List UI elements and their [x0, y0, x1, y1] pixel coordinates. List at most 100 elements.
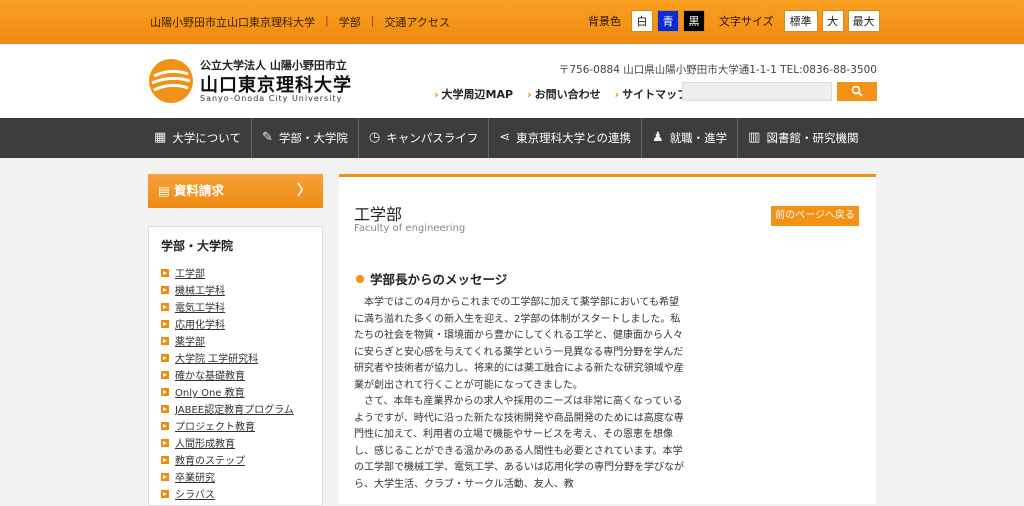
- bg-color-control: 背景色 白 青 黒: [588, 10, 705, 32]
- sidebar-item-label: 人間形成教育: [175, 439, 235, 450]
- chevron-right-icon: 〉: [297, 183, 311, 199]
- arrow-bullet-icon: [161, 489, 169, 498]
- nav-item-about[interactable]: ▦ 大学について: [148, 118, 252, 158]
- top-link-faculty[interactable]: 学部: [339, 14, 361, 30]
- sidebar-item[interactable]: 確かな基礎教育: [161, 366, 310, 383]
- bg-black-button[interactable]: 黒: [683, 10, 705, 32]
- faculty-menu-title: 学部・大学院: [161, 239, 234, 253]
- nav-label: 大学について: [172, 131, 241, 145]
- top-link-university[interactable]: 山陽小野田市立山口東京理科大学: [150, 14, 315, 30]
- search-button[interactable]: [837, 82, 877, 101]
- bg-white-button[interactable]: 白: [631, 10, 653, 32]
- circle-bullet-icon: [356, 274, 364, 283]
- arrow-bullet-icon: [161, 370, 169, 379]
- nav-item-career[interactable]: ♟ 就職・進学: [642, 118, 739, 158]
- sidebar-item[interactable]: シラバス: [161, 485, 310, 502]
- page-title: 工学部: [354, 205, 403, 224]
- header-link-contact[interactable]: › お問い合わせ: [527, 86, 601, 102]
- sidebar-item[interactable]: 教育のステップ: [161, 451, 310, 468]
- arrow-bullet-icon: [161, 387, 169, 396]
- sidebar-item[interactable]: 大学院 工学研究科: [161, 349, 310, 366]
- message-paragraph: さて、本年も産業界からの求人や採用のニーズは非常に高くなっているようですが、時代…: [354, 396, 684, 490]
- sidebar-item-label: 教育のステップ: [175, 456, 245, 467]
- document-icon: ▤: [158, 183, 170, 198]
- building-icon: ▦: [154, 130, 167, 145]
- header-link-map[interactable]: › 大学周辺MAP: [434, 86, 513, 102]
- header-link-sitemap[interactable]: › サイトマップ: [615, 86, 689, 102]
- header-link-label: サイトマップ: [622, 88, 689, 101]
- arrow-bullet-icon: [161, 472, 169, 481]
- sidebar-item[interactable]: 工学部: [161, 264, 310, 281]
- address-text: 〒756-0884 山口県山陽小野田市大学通1-1-1 TEL:0836-88-…: [558, 64, 877, 76]
- sidebar-item[interactable]: 薬学部: [161, 332, 310, 349]
- sidebar-item-label: 機械工学科: [175, 286, 225, 297]
- nav-item-tus-partnership[interactable]: ⋖ 東京理科大学との連携: [489, 118, 642, 158]
- nav-item-campus-life[interactable]: ◷ キャンパスライフ: [359, 118, 490, 158]
- search-input[interactable]: [682, 82, 832, 101]
- sidebar-item[interactable]: Only One 教育: [161, 383, 310, 400]
- nav-item-faculties[interactable]: ✎ 学部・大学院: [252, 118, 359, 158]
- sidebar-item-label: Only One 教育: [175, 388, 245, 399]
- arrow-bullet-icon: [161, 404, 169, 413]
- nav-label: 東京理科大学との連携: [516, 131, 631, 145]
- page-subtitle: Faculty of engineering: [354, 223, 466, 234]
- nav-item-library[interactable]: ▥ 図書館・研究機関: [738, 118, 868, 158]
- top-bar: 山陽小野田市立山口東京理科大学 | 学部 | 交通アクセス 背景色 白 青 黒 …: [0, 0, 1024, 44]
- pen-icon: ✎: [261, 130, 273, 145]
- sidebar-item-label: 薬学部: [175, 337, 205, 348]
- arrow-bullet-icon: [161, 455, 169, 464]
- university-logo-icon[interactable]: [148, 58, 194, 104]
- sidebar-item[interactable]: 機械工学科: [161, 281, 310, 298]
- person-icon: ♟: [652, 130, 664, 145]
- chevron-right-icon: ›: [527, 88, 532, 101]
- back-button[interactable]: 前のページへ戻る: [771, 206, 859, 226]
- arrow-bullet-icon: [161, 421, 169, 430]
- header-link-label: 大学周辺MAP: [441, 88, 514, 101]
- sidebar-item[interactable]: プロジェクト教育: [161, 417, 310, 434]
- sidebar-item-label: 確かな基礎教育: [175, 371, 245, 382]
- message-paragraph: 本学ではこの4月からこれまでの工学部に加えて薬学部においても希望に満ち溢れた多く…: [354, 297, 684, 391]
- top-link-access[interactable]: 交通アクセス: [384, 14, 449, 30]
- sidebar-item-label: プロジェクト教育: [175, 422, 255, 433]
- sidebar-item-label: 電気工学科: [175, 303, 225, 314]
- header-link-label: お問い合わせ: [534, 88, 601, 101]
- sidebar-item-label: JABEE認定教育プログラム: [175, 405, 294, 416]
- nav-label: 就職・進学: [669, 131, 728, 145]
- nav-label: 学部・大学院: [278, 131, 348, 145]
- clock-icon: ◷: [368, 130, 381, 145]
- sidebar-item[interactable]: 電気工学科: [161, 298, 310, 315]
- nav-label: キャンパスライフ: [386, 131, 479, 145]
- share-icon: ⋖: [499, 130, 511, 145]
- arrow-bullet-icon: [161, 353, 169, 362]
- font-standard-button[interactable]: 標準: [783, 10, 818, 32]
- arrow-bullet-icon: [161, 285, 169, 294]
- chevron-right-icon: ›: [434, 88, 439, 101]
- sidebar-item[interactable]: 人間形成教育: [161, 434, 310, 451]
- sidebar-item[interactable]: JABEE認定教育プログラム: [161, 400, 310, 417]
- sidebar: ▤ 資料請求 〉 学部・大学院 工学部 機械工学科 電気工学科 応用化学科 薬学部…: [148, 174, 323, 506]
- separator: |: [370, 14, 375, 27]
- arrow-bullet-icon: [161, 268, 169, 277]
- sidebar-item-label: 応用化学科: [175, 320, 225, 331]
- bg-blue-button[interactable]: 青: [657, 10, 679, 32]
- section-heading: 学部長からのメッセージ: [356, 269, 507, 288]
- sidebar-item[interactable]: 卒業研究: [161, 468, 310, 485]
- book-icon: ▥: [748, 130, 761, 145]
- font-largest-button[interactable]: 最大: [847, 10, 880, 32]
- faculty-menu: 学部・大学院 工学部 機械工学科 電気工学科 応用化学科 薬学部 大学院 工学研…: [148, 226, 323, 506]
- search-icon: [851, 85, 863, 97]
- sidebar-item[interactable]: 応用化学科: [161, 315, 310, 332]
- arrow-bullet-icon: [161, 302, 169, 311]
- main-content: 工学部 Faculty of engineering 前のページへ戻る 学部長か…: [339, 174, 876, 504]
- request-materials-button[interactable]: ▤ 資料請求 〉: [148, 174, 323, 208]
- sidebar-item-label: 卒業研究: [175, 473, 215, 484]
- font-size-label: 文字サイズ: [719, 15, 774, 28]
- request-label: 資料請求: [173, 183, 224, 198]
- font-large-button[interactable]: 大: [821, 10, 844, 32]
- arrow-bullet-icon: [161, 438, 169, 447]
- font-size-control: 文字サイズ 標準 大 最大: [719, 10, 880, 32]
- site-header: 公立大学法人 山陽小野田市立 山口東京理科大学 Sanyo-Onoda City…: [0, 44, 1024, 118]
- sidebar-item-label: 大学院 工学研究科: [175, 354, 259, 365]
- bg-color-label: 背景色: [588, 15, 621, 28]
- arrow-bullet-icon: [161, 319, 169, 328]
